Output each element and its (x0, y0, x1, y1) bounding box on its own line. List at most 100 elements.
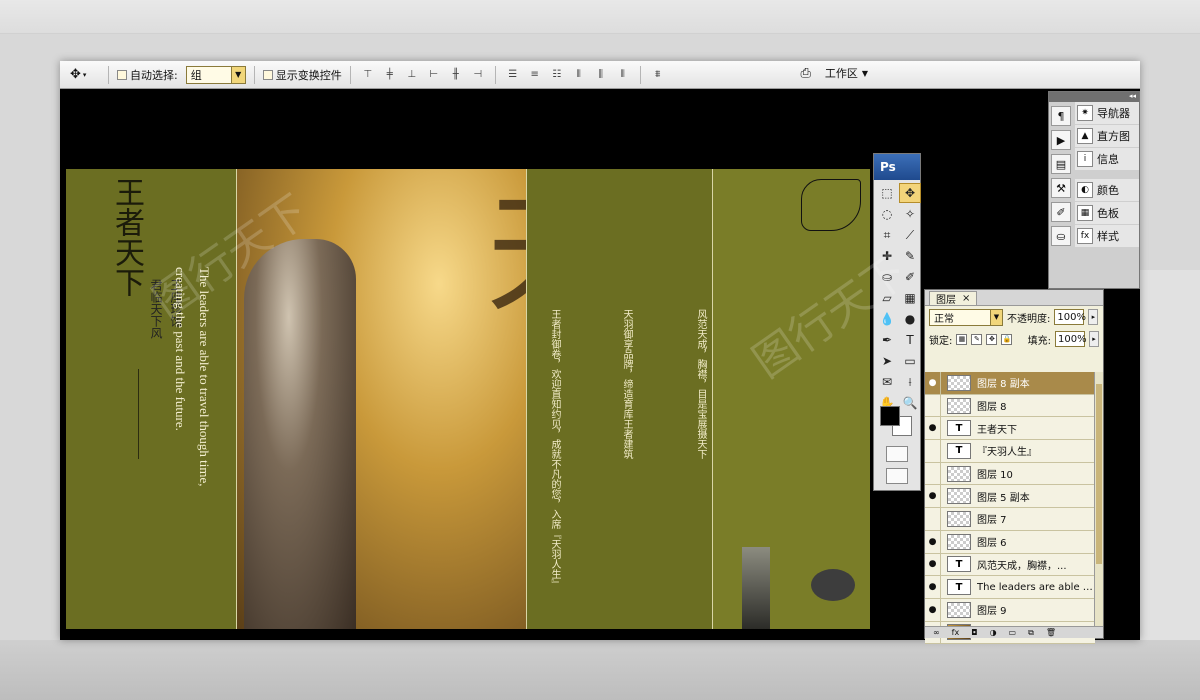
gradient-icon[interactable]: ▦ (899, 288, 921, 308)
visibility-eye-icon[interactable]: ● (925, 485, 941, 508)
character-panel-icon[interactable]: ¶ (1051, 106, 1071, 126)
layer-row[interactable]: ● T 王者天下 (925, 417, 1095, 441)
chevron-down-icon[interactable]: ▼ (230, 66, 245, 83)
layers-scrollbar[interactable] (1094, 372, 1103, 634)
document-canvas[interactable]: 天 王者天下 王座珍馐 君临天下风 The leaders are able t… (66, 169, 870, 629)
brushes-panel-icon[interactable]: ✐ (1051, 202, 1071, 222)
stamp-icon[interactable]: ⛀ (876, 267, 898, 287)
align-vcenter-icon[interactable]: ╪ (381, 67, 399, 83)
dock-item-color[interactable]: ◐ 颜色 (1075, 179, 1139, 201)
visibility-eye-icon[interactable]: ● (925, 598, 941, 621)
dock-item-styles[interactable]: fx 样式 (1075, 225, 1139, 247)
fill-input[interactable]: 100% (1055, 331, 1087, 347)
opacity-input[interactable]: 100% (1054, 309, 1086, 325)
type-icon[interactable]: T (899, 330, 921, 350)
auto-select-checkbox[interactable]: 自动选择: (117, 67, 178, 83)
shape-icon[interactable]: ▭ (899, 351, 921, 371)
move-tool-preset[interactable]: ✥ ▾ (70, 65, 100, 85)
show-transform-checkbox[interactable]: 显示变换控件 (262, 67, 342, 83)
checkbox-box[interactable] (117, 69, 127, 80)
eyedropper-icon[interactable]: ⟊ (899, 372, 921, 392)
visibility-eye-icon[interactable]: ● (925, 576, 941, 599)
dist-bottom-icon[interactable]: ☷ (548, 67, 566, 83)
layer-row[interactable]: ● 图层 9 (925, 598, 1095, 622)
align-right-icon[interactable]: ⊣ (469, 67, 487, 83)
lock-pixels-icon[interactable]: ✎ (971, 333, 983, 345)
brush-icon[interactable]: ✎ (899, 246, 921, 266)
tool-presets-icon[interactable]: ⚒ (1051, 178, 1071, 198)
align-bottom-icon[interactable]: ⊥ (403, 67, 421, 83)
layer-row[interactable]: ● 图层 6 (925, 530, 1095, 554)
new-layer-icon[interactable]: ⧉ (1028, 628, 1034, 638)
visibility-eye-icon[interactable]: ● (925, 417, 941, 440)
pen-icon[interactable]: ✒ (876, 330, 898, 350)
align-top-icon[interactable]: ⊤ (359, 67, 377, 83)
layer-row[interactable]: 图层 10 (925, 462, 1095, 486)
lock-transparency-icon[interactable]: ▦ (956, 333, 968, 345)
checkbox-box[interactable] (262, 69, 273, 80)
layer-row[interactable]: T 『天羽人生』 (925, 439, 1095, 463)
dock-collapse-icon[interactable]: ◂◂ (1049, 92, 1139, 102)
blend-mode-dropdown[interactable]: 正常 ▼ (929, 308, 1003, 326)
visibility-eye-icon[interactable]: ● (925, 371, 941, 394)
visibility-eye-icon[interactable] (925, 462, 941, 485)
dock-item-info[interactable]: i 信息 (1075, 148, 1139, 170)
align-left-icon[interactable]: ⊢ (425, 67, 443, 83)
visibility-eye-icon[interactable] (925, 507, 941, 530)
path-select-icon[interactable]: ➤ (876, 351, 898, 371)
history-brush-icon[interactable]: ✐ (899, 267, 921, 287)
screen-mode-button[interactable] (886, 468, 908, 484)
bridge-icon[interactable]: ⎙ (800, 66, 810, 81)
visibility-eye-icon[interactable]: ● (925, 553, 941, 576)
chevron-down-icon[interactable]: ▼ (990, 309, 1002, 325)
marquee-icon[interactable]: ⬚ (876, 183, 898, 203)
lock-all-icon[interactable]: 🔒 (1001, 333, 1013, 345)
layer-row[interactable]: ● 图层 5 副本 (925, 485, 1095, 509)
dock-item-histogram[interactable]: ▲ 直方图 (1075, 125, 1139, 147)
scrollbar-thumb[interactable] (1096, 384, 1102, 564)
zoom-icon[interactable]: 🔍 (899, 393, 921, 413)
clone-source-icon[interactable]: ⛀ (1051, 226, 1071, 246)
dist-vcenter-icon[interactable]: ≡ (526, 67, 544, 83)
lock-position-icon[interactable]: ✥ (986, 333, 998, 345)
dock-item-swatches[interactable]: ▦ 色板 (1075, 202, 1139, 224)
group-icon[interactable]: ▭ (1009, 628, 1017, 637)
actions-panel-icon[interactable]: ▶ (1051, 130, 1071, 150)
blur-icon[interactable]: 💧 (876, 309, 898, 329)
adjustment-icon[interactable]: ◑ (990, 628, 997, 637)
notes-icon[interactable]: ✉ (876, 372, 898, 392)
eraser-icon[interactable]: ▱ (876, 288, 898, 308)
fill-stepper[interactable]: ▸ (1089, 331, 1099, 347)
align-hcenter-icon[interactable]: ╫ (447, 67, 465, 83)
workspace-menu[interactable]: 工作区 ▼ (825, 65, 868, 81)
move-icon[interactable]: ✥ (899, 183, 921, 203)
layer-row[interactable]: 图层 8 (925, 394, 1095, 418)
dist-top-icon[interactable]: ☰ (504, 67, 522, 83)
layer-row[interactable]: ● 图层 8 副本 (925, 371, 1095, 395)
auto-select-dropdown[interactable]: 组 ▼ (185, 65, 246, 84)
lasso-icon[interactable]: ◌ (876, 204, 898, 224)
dist-hcenter-icon[interactable]: ⫼ (592, 67, 610, 83)
layer-row[interactable]: ● T 风范天成，胸襟，... (925, 553, 1095, 577)
trash-icon[interactable]: 🗑 (1046, 628, 1056, 637)
crop-icon[interactable]: ⌗ (876, 225, 898, 245)
visibility-eye-icon[interactable] (925, 394, 941, 417)
dock-item-navigator[interactable]: ✷ 导航器 (1075, 102, 1139, 124)
auto-align-icon[interactable]: ⩩ (649, 67, 667, 83)
dist-right-icon[interactable]: ⦀ (614, 67, 632, 83)
healing-icon[interactable]: ✚ (876, 246, 898, 266)
close-icon[interactable]: × (962, 293, 970, 304)
link-layers-icon[interactable]: ∞ (933, 628, 940, 637)
magic-wand-icon[interactable]: ✧ (899, 204, 921, 224)
dodge-icon[interactable]: ● (899, 309, 921, 329)
mask-icon[interactable]: ◘ (971, 628, 977, 637)
tab-layers[interactable]: 图层 × (929, 291, 978, 306)
layer-row[interactable]: ● T The leaders are able t... (925, 576, 1095, 599)
slice-icon[interactable]: ⟋ (899, 225, 921, 245)
foreground-color-swatch[interactable] (880, 406, 900, 426)
layer-row[interactable]: 图层 7 (925, 507, 1095, 531)
fx-icon[interactable]: fx (952, 628, 960, 637)
quick-mask-button[interactable] (886, 446, 908, 462)
visibility-eye-icon[interactable]: ● (925, 530, 941, 553)
layer-comps-icon[interactable]: ▤ (1051, 154, 1071, 174)
